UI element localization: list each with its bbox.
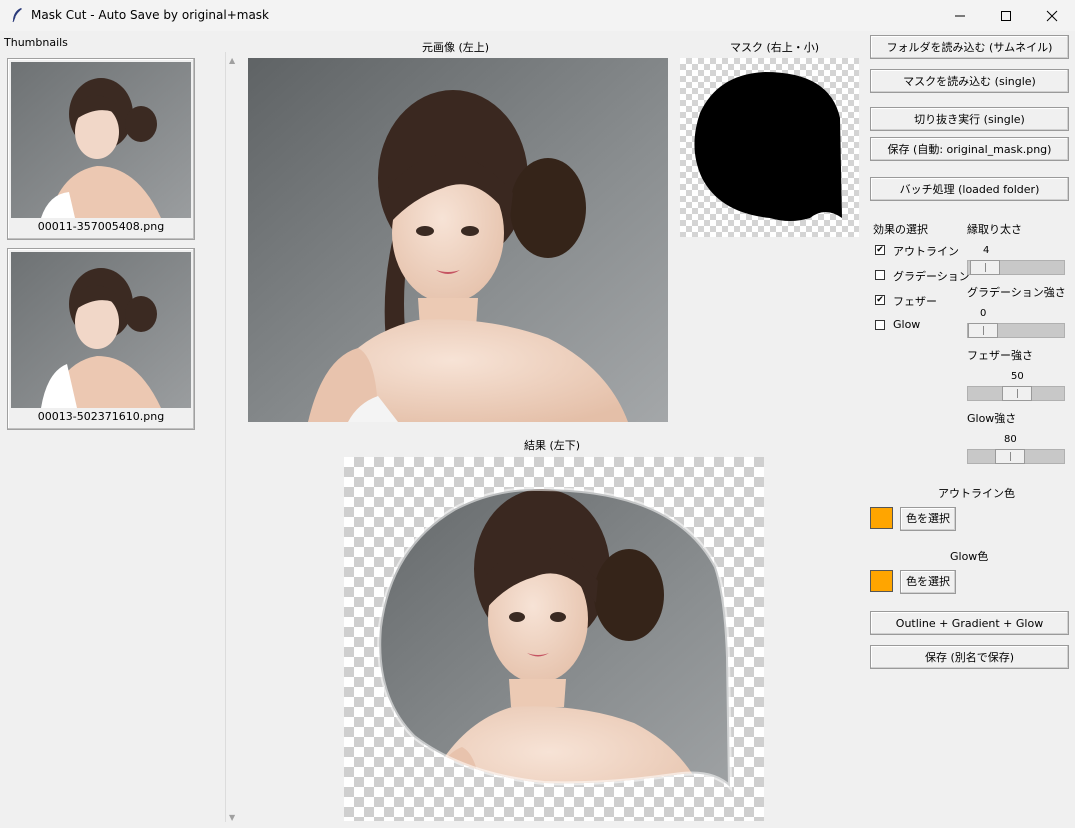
original-image-label: 元画像 (左上): [422, 41, 490, 54]
effects-heading: 効果の選択: [873, 223, 928, 236]
slider-handle[interactable]: [968, 323, 998, 338]
load-mask-button[interactable]: マスクを読み込む (single): [870, 69, 1069, 93]
glow-strength-label: Glow強さ: [967, 412, 1017, 425]
maximize-button[interactable]: [983, 0, 1029, 31]
thumbnail-image: [11, 62, 191, 218]
window-title: Mask Cut - Auto Save by original+mask: [31, 8, 270, 22]
glow-color-label: Glow色: [950, 550, 989, 563]
close-icon: [1046, 10, 1058, 21]
gradient-strength-value: 0: [980, 308, 987, 319]
thumbnail-image: [11, 252, 191, 408]
panel-divider: [225, 52, 226, 822]
outline-width-slider[interactable]: [967, 260, 1065, 275]
slider-handle[interactable]: [1002, 386, 1032, 401]
original-image: [248, 58, 668, 422]
glow-checkbox-label[interactable]: Glow: [893, 318, 920, 331]
outline-color-pick-button[interactable]: 色を選択: [900, 507, 956, 531]
glow-checkbox[interactable]: [875, 320, 885, 330]
outline-checkbox[interactable]: ✔: [875, 245, 885, 255]
title-bar: Mask Cut - Auto Save by original+mask: [0, 0, 1075, 31]
result-image-label: 結果 (左下): [524, 439, 581, 452]
mask-preview: [680, 58, 859, 237]
gradient-checkbox-label[interactable]: グラデーション: [893, 268, 970, 284]
slider-handle[interactable]: [995, 449, 1025, 464]
minimize-icon: [955, 15, 965, 16]
glow-strength-value: 80: [1004, 434, 1017, 445]
thumbnail-item[interactable]: 00013-502371610.png: [7, 248, 195, 430]
feather-strength-label: フェザー強さ: [967, 349, 1033, 362]
thumbnails-heading: Thumbnails: [4, 36, 68, 49]
glow-color-pick-button[interactable]: 色を選択: [900, 570, 956, 594]
thumbnail-filename: 00013-502371610.png: [37, 410, 165, 423]
outline-width-value: 4: [983, 245, 990, 256]
gradient-checkbox[interactable]: [875, 270, 885, 280]
gradient-strength-slider[interactable]: [967, 323, 1065, 338]
result-preview: [344, 457, 764, 821]
batch-process-button[interactable]: バッチ処理 (loaded folder): [870, 177, 1069, 201]
maximize-icon: [1001, 10, 1011, 21]
load-folder-button[interactable]: フォルダを読み込む (サムネイル): [870, 35, 1069, 59]
close-button[interactable]: [1029, 0, 1075, 31]
feather-checkbox-label[interactable]: フェザー: [893, 293, 937, 309]
feather-app-icon: [12, 8, 22, 23]
thumbnail-item[interactable]: 00011-357005408.png: [7, 58, 195, 240]
glow-strength-slider[interactable]: [967, 449, 1065, 464]
outline-color-label: アウトライン色: [938, 487, 1015, 500]
outline-gradient-glow-button[interactable]: Outline + Gradient + Glow: [870, 611, 1069, 635]
gradient-strength-label: グラデーション強さ: [967, 286, 1066, 299]
minimize-button[interactable]: [937, 0, 983, 31]
feather-strength-value: 50: [1011, 371, 1024, 382]
save-as-button[interactable]: 保存 (別名で保存): [870, 645, 1069, 669]
feather-checkbox[interactable]: ✔: [875, 295, 885, 305]
outline-color-swatch: [870, 507, 893, 529]
slider-handle[interactable]: [970, 260, 1000, 275]
auto-save-button[interactable]: 保存 (自動: original_mask.png): [870, 137, 1069, 161]
mask-image-label: マスク (右上・小): [730, 41, 820, 54]
scroll-up-arrow-icon[interactable]: ▲: [229, 56, 235, 65]
scroll-down-arrow-icon[interactable]: ▼: [229, 813, 235, 822]
outline-checkbox-label[interactable]: アウトライン: [893, 243, 959, 259]
thumbnail-filename: 00011-357005408.png: [37, 220, 165, 233]
outline-width-label: 縁取り太さ: [967, 223, 1022, 236]
cut-execute-button[interactable]: 切り抜き実行 (single): [870, 107, 1069, 131]
feather-strength-slider[interactable]: [967, 386, 1065, 401]
glow-color-swatch: [870, 570, 893, 592]
